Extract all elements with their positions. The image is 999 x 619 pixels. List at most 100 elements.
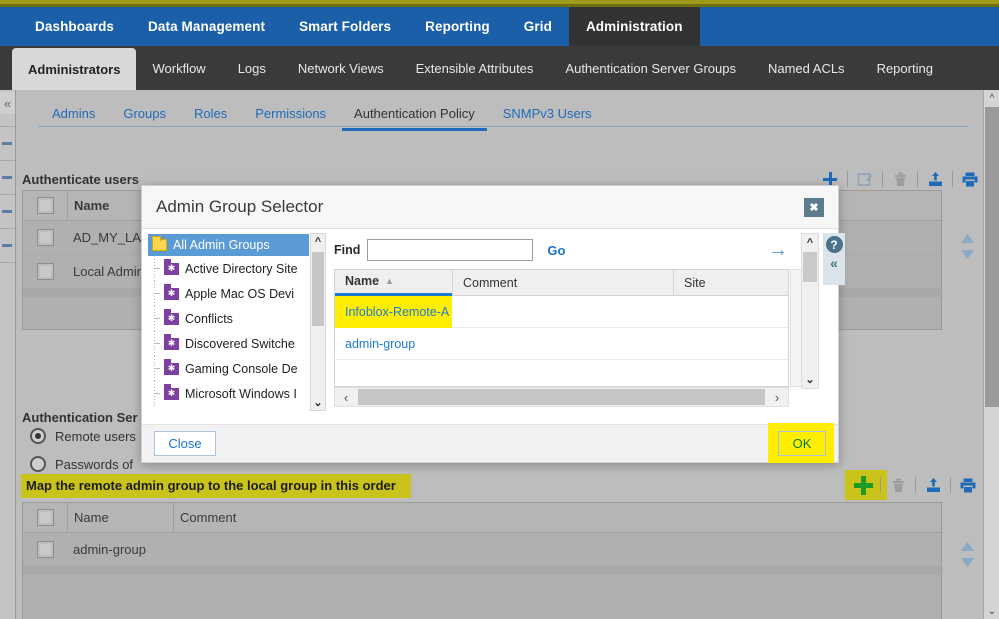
main-navigation-bar: Dashboards Data Management Smart Folders Re… — [0, 7, 999, 46]
tree-item-label: Conflicts — [185, 311, 233, 326]
tree-item[interactable]: ✱ Conflicts — [148, 306, 309, 331]
close-icon[interactable]: ✖ — [804, 197, 824, 217]
tree-root-item[interactable]: All Admin Groups — [148, 234, 309, 256]
scrollbar-thumb[interactable] — [312, 252, 324, 326]
move-down-icon[interactable] — [956, 554, 978, 570]
arrow-right-icon[interactable]: → — [768, 240, 788, 260]
tree-item[interactable]: ✱ Discovered Switche — [148, 331, 309, 356]
column-header-name[interactable]: Name — [68, 510, 173, 525]
radio-remote-users[interactable]: Remote users — [30, 428, 136, 444]
scroll-up-icon[interactable]: ^ — [311, 234, 325, 250]
radio-passwords[interactable]: Passwords of — [30, 456, 133, 472]
go-button[interactable]: Go — [547, 243, 565, 258]
cell-name[interactable]: admin-group — [335, 337, 452, 351]
mainnav-item-grid[interactable]: Grid — [507, 7, 569, 46]
subnav-item-reporting[interactable]: Reporting — [861, 46, 949, 90]
scrollbar-thumb[interactable] — [985, 107, 999, 407]
tab3-permissions[interactable]: Permissions — [241, 98, 340, 128]
row-checkbox[interactable] — [23, 229, 67, 246]
help-icon[interactable]: ? — [825, 236, 843, 253]
tree-item[interactable]: ✱ Apple Mac OS Devi — [148, 281, 309, 306]
scroll-down-icon[interactable]: ⌄ — [802, 371, 818, 388]
column-header-name[interactable]: Name — [68, 198, 109, 213]
table-row[interactable]: admin-group — [335, 328, 788, 360]
subnav-item-logs[interactable]: Logs — [222, 46, 282, 90]
row-checkbox[interactable] — [23, 541, 67, 558]
scroll-up-icon[interactable]: ^ — [802, 234, 818, 251]
select-all-checkbox[interactable] — [23, 509, 67, 526]
radio-button[interactable] — [30, 456, 46, 472]
scroll-up-icon[interactable]: ^ — [984, 90, 999, 106]
dialog-footer: Close OK — [142, 423, 838, 463]
tree-item[interactable]: ✱ Active Directory Site — [148, 256, 309, 281]
upload-icon[interactable] — [921, 167, 949, 191]
column-header-site[interactable]: Site — [674, 270, 788, 296]
delete-icon[interactable] — [886, 167, 914, 191]
radio-button[interactable] — [30, 428, 46, 444]
delete-icon[interactable] — [884, 473, 912, 497]
row-checkbox[interactable] — [23, 263, 67, 280]
print-icon[interactable] — [954, 473, 982, 497]
move-up-icon[interactable] — [956, 230, 978, 246]
subnav-item-network-views[interactable]: Network Views — [282, 46, 400, 90]
scroll-down-icon[interactable]: ⌄ — [311, 394, 325, 410]
tree-vertical-scrollbar[interactable]: ^ ⌄ — [310, 233, 326, 411]
subnav-item-workflow[interactable]: Workflow — [136, 46, 221, 90]
column-header-comment[interactable]: Comment — [453, 270, 673, 296]
subnav-item-extensible-attributes[interactable]: Extensible Attributes — [400, 46, 550, 90]
dialog-vertical-scrollbar[interactable]: ^ ⌄ — [801, 233, 819, 389]
column-header-comment[interactable]: Comment — [174, 510, 236, 525]
subnav-item-named-acls[interactable]: Named ACLs — [752, 46, 861, 90]
mainnav-item-reporting[interactable]: Reporting — [408, 7, 507, 46]
dialog-side-controls: ^ ⌄ ? « — [801, 233, 845, 411]
group-folder-icon: ✱ — [164, 283, 179, 300]
mainnav-item-dashboards[interactable]: Dashboards — [18, 7, 131, 46]
tab3-groups[interactable]: Groups — [109, 98, 180, 128]
left-rail: « — [0, 90, 16, 619]
select-all-checkbox[interactable] — [23, 197, 67, 214]
tab3-admins[interactable]: Admins — [38, 98, 109, 128]
table-row[interactable]: admin-group — [23, 533, 941, 567]
radio-label: Remote users — [55, 428, 136, 444]
tab3-authentication-policy[interactable]: Authentication Policy — [340, 98, 489, 131]
move-down-icon[interactable] — [956, 246, 978, 262]
page-vertical-scrollbar[interactable]: ^ ⌄ — [983, 90, 999, 619]
print-icon[interactable] — [956, 167, 984, 191]
cell-name: Local Admin — [73, 264, 144, 279]
scroll-right-icon[interactable]: › — [766, 388, 788, 406]
sub-navigation-bar: Administrators Workflow Logs Network Views E… — [0, 46, 999, 90]
mainnav-item-smart-folders[interactable]: Smart Folders — [282, 7, 408, 46]
add-icon[interactable] — [849, 473, 877, 497]
scroll-down-icon[interactable]: ⌄ — [984, 603, 999, 619]
scroll-left-icon[interactable]: ‹ — [335, 388, 357, 406]
app-root: Dashboards Data Management Smart Folders Re… — [0, 0, 999, 619]
move-up-icon[interactable] — [956, 538, 978, 554]
close-button[interactable]: Close — [154, 431, 216, 456]
edit-icon[interactable] — [851, 167, 879, 191]
upload-icon[interactable] — [919, 473, 947, 497]
search-input[interactable] — [367, 239, 534, 261]
cell-name[interactable]: Infoblox-Remote-A — [335, 305, 452, 319]
tree-item[interactable]: ✱ Microsoft Windows I — [148, 381, 309, 406]
scrollbar-thumb[interactable] — [358, 389, 765, 405]
tree-item[interactable]: ✱ Gaming Console De — [148, 356, 309, 381]
map-section-toolbar — [849, 472, 982, 498]
column-header-name[interactable]: Name ▲ — [335, 270, 452, 296]
mainnav-item-data-management[interactable]: Data Management — [131, 7, 282, 46]
group-results-pane: Find Go → Name ▲ Comment Site Infoblox-R… — [334, 233, 806, 411]
tab3-snmpv3-users[interactable]: SNMPv3 Users — [489, 98, 606, 128]
mainnav-item-administration[interactable]: Administration — [568, 7, 700, 46]
scrollbar-thumb[interactable] — [803, 252, 817, 282]
ok-button[interactable]: OK — [778, 431, 826, 456]
collapse-panel-icon[interactable]: « — [830, 256, 838, 270]
table-row[interactable]: Infoblox-Remote-A — [335, 296, 788, 328]
find-label: Find — [334, 243, 361, 257]
collapse-left-panel-icon[interactable]: « — [0, 92, 15, 114]
table-header-row: Name ▲ Comment Site — [335, 269, 788, 296]
grid-header-row: Name Comment — [23, 502, 941, 533]
tab3-roles[interactable]: Roles — [180, 98, 241, 128]
subnav-item-administrators[interactable]: Administrators — [12, 48, 137, 90]
subnav-item-authentication-server-groups[interactable]: Authentication Server Groups — [549, 46, 752, 90]
results-horizontal-scrollbar[interactable]: ‹ › — [334, 387, 789, 407]
tree-item-label: Microsoft Windows I — [185, 386, 297, 401]
